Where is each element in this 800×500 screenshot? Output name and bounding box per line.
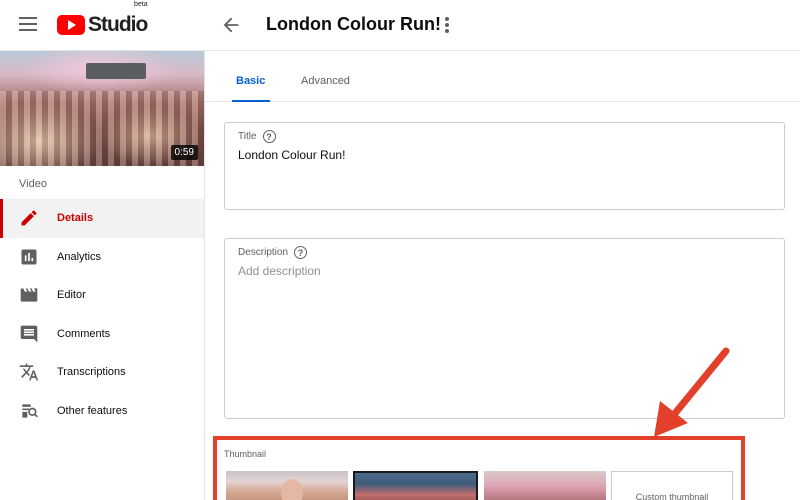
sidebar-item-details[interactable]: Details (0, 199, 204, 238)
comment-icon (20, 325, 38, 342)
thumbnail-option-3[interactable] (484, 471, 606, 500)
sidebar-item-label: Other features (57, 404, 128, 417)
bar-chart-icon (21, 249, 37, 264)
sidebar-item-label: Comments (57, 327, 111, 340)
help-icon[interactable]: ? (294, 246, 308, 259)
sidebar-item-transcriptions[interactable]: Transcriptions (0, 353, 204, 392)
sidebar-item-analytics[interactable]: Analytics (0, 238, 204, 277)
sidebar-item-label: Editor (57, 289, 86, 302)
thumbnail-option-1[interactable] (226, 471, 348, 500)
pencil-icon (21, 210, 37, 226)
page-title: London Colour Run! (266, 14, 441, 34)
video-thumbnail[interactable]: 0:59 (0, 51, 204, 166)
translate-icon (19, 363, 39, 381)
sidebar-item-label: Analytics (57, 250, 102, 263)
thumbnail-option-2[interactable] (353, 471, 478, 500)
back-arrow-icon[interactable] (220, 14, 242, 36)
title-input-value: London Colour Run! (238, 148, 346, 162)
youtube-play-icon (57, 15, 85, 35)
section-label: Video (19, 178, 47, 190)
annotation-arrow-icon (654, 347, 730, 437)
beta-badge: beta (134, 1, 148, 8)
top-bar: Studio beta London Colour Run! (0, 0, 800, 51)
custom-thumbnail-button[interactable]: Custom thumbnail (611, 471, 733, 500)
clapperboard-icon (20, 288, 38, 302)
tab-basic[interactable]: Basic (236, 75, 265, 87)
sidebar-item-label: Details (57, 212, 94, 225)
sidebar-item-comments[interactable]: Comments (0, 315, 204, 354)
title-field[interactable]: Title ? London Colour Run! (224, 122, 785, 210)
features-icon (22, 403, 38, 418)
sidebar-item-other-features[interactable]: Other features (0, 392, 204, 431)
sidebar-item-label: Transcriptions (57, 366, 126, 379)
active-tab-indicator (232, 100, 270, 102)
tab-advanced[interactable]: Advanced (301, 75, 350, 87)
menu-icon[interactable] (19, 17, 37, 31)
thumbnail-label: Thumbnail (224, 449, 267, 459)
youtube-studio-logo[interactable]: Studio (57, 13, 148, 37)
description-placeholder: Add description (238, 264, 321, 278)
help-icon[interactable]: ? (262, 130, 276, 143)
sidebar-item-editor[interactable]: Editor (0, 276, 204, 315)
sidebar-nav: Details Analytics Editor Comments Transc… (0, 199, 204, 430)
tab-bar: Basic Advanced (205, 51, 800, 102)
sidebar: 0:59 Video Details Analytics Editor Comm (0, 51, 205, 500)
video-duration: 0:59 (170, 145, 198, 160)
logo-text: Studio (88, 13, 148, 36)
more-options-icon[interactable] (440, 15, 454, 35)
title-label: Title ? (238, 130, 276, 143)
description-label: Description ? (238, 246, 308, 259)
